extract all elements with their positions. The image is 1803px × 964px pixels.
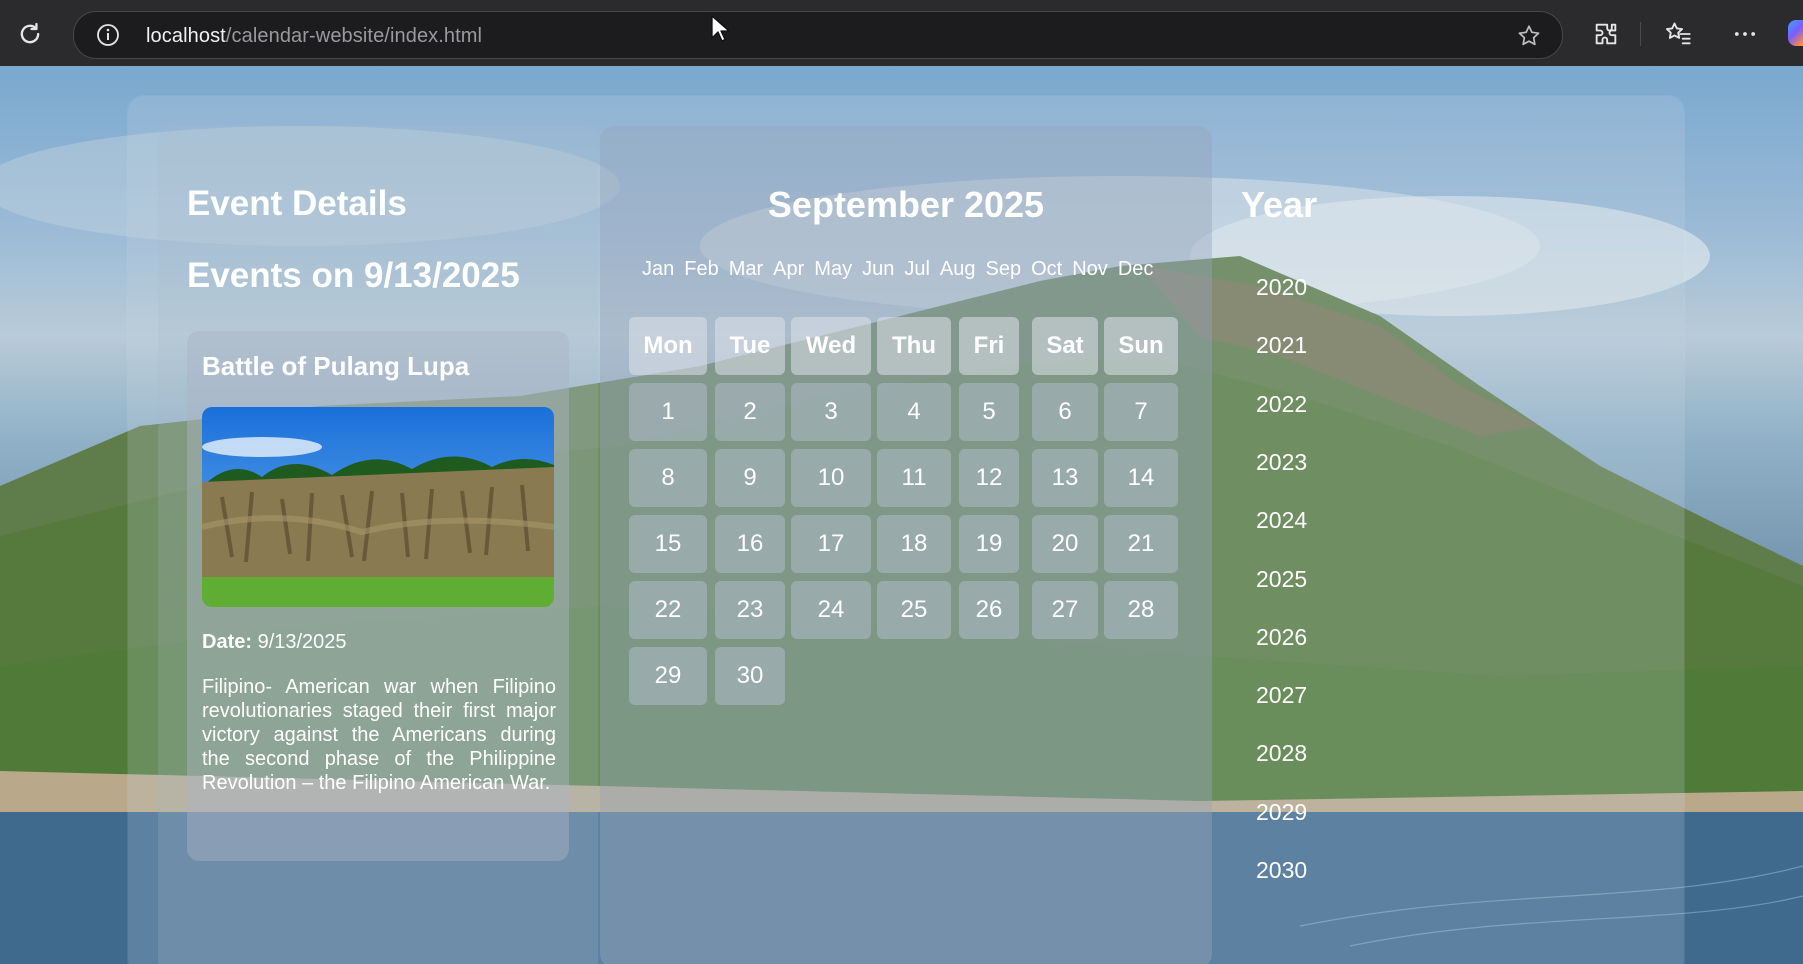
calendar-day-28[interactable]: 28 [1104, 581, 1178, 639]
events-on-date-heading: Events on 9/13/2025 [187, 256, 520, 295]
url-text[interactable]: localhost/calendar-website/index.html [146, 25, 482, 48]
calendar-day-17[interactable]: 17 [791, 515, 871, 573]
calendar-day-24[interactable]: 24 [791, 581, 871, 639]
toolbar-separator [1640, 22, 1641, 46]
event-description: Filipino- American war when Filipino rev… [202, 676, 556, 794]
event-date-value: 9/13/2025 [257, 631, 347, 653]
month-nov[interactable]: Nov [1072, 258, 1108, 281]
event-date: Date: 9/13/2025 [202, 631, 347, 654]
info-icon[interactable] [96, 23, 120, 47]
calendar-day-1[interactable]: 1 [629, 383, 707, 441]
calendar-day-18[interactable]: 18 [877, 515, 951, 573]
year-item-2029[interactable]: 2029 [1256, 799, 1307, 826]
url-path: /calendar-website/index.html [225, 25, 483, 47]
month-jan[interactable]: Jan [642, 258, 674, 281]
year-item-2025[interactable]: 2025 [1256, 566, 1307, 593]
month-apr[interactable]: Apr [773, 258, 804, 281]
weekday-header-sat: Sat [1032, 317, 1098, 375]
event-title: Battle of Pulang Lupa [202, 351, 470, 381]
calendar-day-7[interactable]: 7 [1104, 383, 1178, 441]
calendar-day-21[interactable]: 21 [1104, 515, 1178, 573]
month-mar[interactable]: Mar [729, 258, 763, 281]
calendar-day-15[interactable]: 15 [629, 515, 707, 573]
page-viewport: Event Details Events on 9/13/2025 Battle… [0, 66, 1803, 964]
calendar-day-14[interactable]: 14 [1104, 449, 1178, 507]
month-selector: Jan Feb Mar Apr May Jun Jul Aug Sep Oct Nov Dec [642, 258, 1163, 281]
weekday-header-tue: Tue [715, 317, 785, 375]
year-item-2020[interactable]: 2020 [1256, 274, 1307, 301]
calendar-day-5[interactable]: 5 [959, 383, 1019, 441]
month-feb[interactable]: Feb [684, 258, 718, 281]
month-jun[interactable]: Jun [862, 258, 894, 281]
year-panel-title: Year [1241, 184, 1318, 225]
calendar-day-4[interactable]: 4 [877, 383, 951, 441]
calendar-day-23[interactable]: 23 [715, 581, 785, 639]
event-date-label: Date: [202, 631, 253, 653]
calendar-day-6[interactable]: 6 [1032, 383, 1098, 441]
month-aug[interactable]: Aug [940, 258, 976, 281]
calendar-day-20[interactable]: 20 [1032, 515, 1098, 573]
event-card: Battle of Pulang Lupa Date: 9/13/2025 Fi… [187, 331, 569, 861]
calendar-day-30[interactable]: 30 [715, 647, 785, 705]
year-item-2024[interactable]: 2024 [1256, 507, 1307, 534]
weekday-header-wed: Wed [791, 317, 871, 375]
more-menu-icon[interactable] [1731, 20, 1759, 48]
month-jul[interactable]: Jul [904, 258, 930, 281]
year-item-2030[interactable]: 2030 [1256, 857, 1307, 884]
month-may[interactable]: May [814, 258, 852, 281]
calendar-day-2[interactable]: 2 [715, 383, 785, 441]
address-bar[interactable]: localhost/calendar-website/index.html [73, 11, 1563, 59]
year-item-2021[interactable]: 2021 [1256, 332, 1307, 359]
calendar-day-13[interactable]: 13 [1032, 449, 1098, 507]
calendar-day-26[interactable]: 26 [959, 581, 1019, 639]
weekday-header-sun: Sun [1104, 317, 1178, 375]
calendar-day-8[interactable]: 8 [629, 449, 707, 507]
calendar-day-29[interactable]: 29 [629, 647, 707, 705]
calendar-day-11[interactable]: 11 [877, 449, 951, 507]
calendar-day-25[interactable]: 25 [877, 581, 951, 639]
year-item-2022[interactable]: 2022 [1256, 391, 1307, 418]
mouse-cursor-icon [711, 15, 730, 42]
favorite-star-icon[interactable] [1516, 23, 1542, 49]
calendar-day-3[interactable]: 3 [791, 383, 871, 441]
calendar-day-19[interactable]: 19 [959, 515, 1019, 573]
calendar-day-9[interactable]: 9 [715, 449, 785, 507]
calendar-day-12[interactable]: 12 [959, 449, 1019, 507]
year-item-2023[interactable]: 2023 [1256, 449, 1307, 476]
favorites-icon[interactable] [1664, 20, 1692, 48]
browser-toolbar: localhost/calendar-website/index.html [0, 0, 1803, 67]
month-sep[interactable]: Sep [986, 258, 1022, 281]
calendar-day-16[interactable]: 16 [715, 515, 785, 573]
year-item-2028[interactable]: 2028 [1256, 740, 1307, 767]
weekday-header-fri: Fri [959, 317, 1019, 375]
event-image [202, 407, 554, 607]
month-oct[interactable]: Oct [1031, 258, 1062, 281]
extensions-icon[interactable] [1592, 20, 1620, 48]
calendar-day-22[interactable]: 22 [629, 581, 707, 639]
year-item-2027[interactable]: 2027 [1256, 682, 1307, 709]
calendar-day-10[interactable]: 10 [791, 449, 871, 507]
calendar-day-27[interactable]: 27 [1032, 581, 1098, 639]
reload-icon[interactable] [16, 20, 44, 48]
calendar-month-title: September 2025 [767, 184, 1045, 225]
url-host: localhost [146, 25, 226, 47]
month-dec[interactable]: Dec [1118, 258, 1154, 281]
year-item-2026[interactable]: 2026 [1256, 624, 1307, 651]
copilot-icon[interactable] [1788, 20, 1803, 46]
weekday-header-mon: Mon [629, 317, 707, 375]
event-details-heading: Event Details [187, 184, 407, 223]
weekday-header-thu: Thu [877, 317, 951, 375]
